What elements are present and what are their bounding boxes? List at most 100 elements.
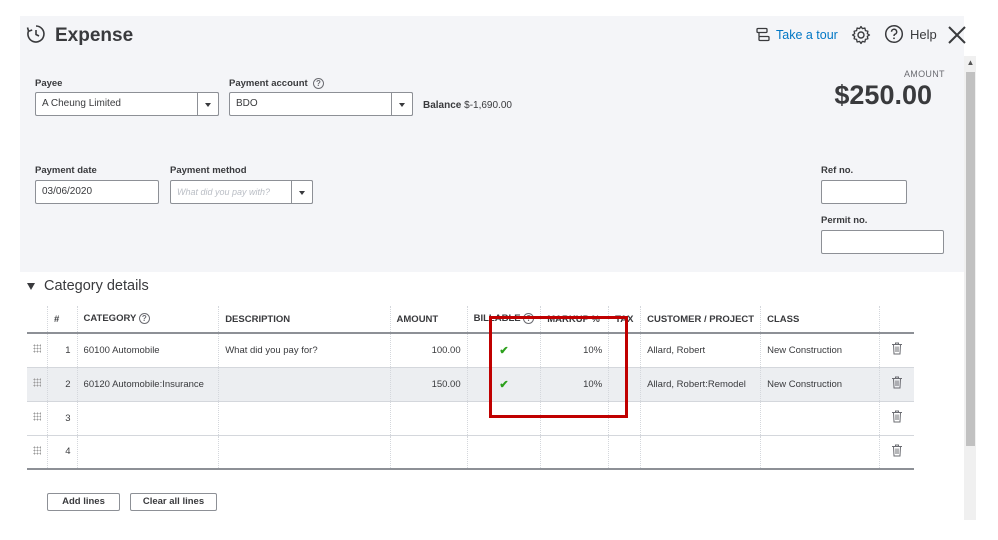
help-button[interactable]: Help (884, 24, 937, 44)
row-number: 4 (47, 435, 78, 470)
payment-account-label-text: Payment account (229, 78, 308, 90)
description-cell[interactable]: What did you pay for? (218, 333, 391, 368)
class-cell[interactable]: New Construction (760, 367, 880, 402)
help-icon (884, 24, 904, 44)
payee-value: A Cheung Limited (42, 98, 121, 109)
clear-all-lines-button[interactable]: Clear all lines (130, 493, 217, 511)
amount-cell[interactable] (389, 435, 468, 470)
header-tax: TAX (608, 306, 641, 334)
scroll-up-arrow[interactable]: ▲ (966, 58, 975, 68)
header-billable: BILLABLE ? (466, 306, 541, 334)
amount-cell[interactable]: 150.00 (389, 367, 468, 402)
drag-handle-icon[interactable] (33, 344, 41, 354)
payment-method-select[interactable]: What did you pay with? (170, 180, 313, 204)
customer-cell[interactable]: Allard, Robert:Remodel (640, 367, 761, 402)
header-panel: Expense Take a tour Help Payee A Cheung … (20, 16, 966, 272)
drag-handle-icon[interactable] (33, 378, 41, 387)
category-details-toggle[interactable]: Category details (27, 278, 149, 294)
header-drag (27, 306, 48, 334)
row-number: 2 (47, 367, 78, 402)
amount-label: AMOUNT (904, 69, 945, 79)
help-label: Help (910, 26, 937, 42)
drag-handle-icon[interactable] (33, 445, 41, 455)
class-cell[interactable] (760, 401, 880, 436)
tour-icon (756, 27, 770, 42)
payment-method-dropdown-button[interactable] (291, 180, 313, 204)
markup-cell[interactable] (540, 401, 609, 436)
payee-dropdown-button[interactable] (197, 92, 219, 116)
payee-select[interactable]: A Cheung Limited (35, 92, 219, 116)
payment-date-field[interactable]: 03/06/2020 (35, 180, 159, 204)
payment-account-help-icon[interactable]: ? (312, 78, 324, 89)
gear-icon[interactable] (851, 25, 871, 45)
markup-cell[interactable]: 10% (540, 367, 609, 402)
description-cell[interactable] (218, 435, 391, 470)
payment-account-value: BDO (236, 98, 258, 109)
category-details-title: Category details (44, 278, 149, 294)
header-markup: MARKUP % (540, 306, 609, 334)
header-number: # (47, 306, 78, 334)
row-number: 3 (47, 401, 78, 436)
payment-account-label: Payment account ? (229, 78, 324, 89)
row-number: 1 (47, 333, 78, 368)
markup-cell[interactable] (540, 435, 609, 470)
trash-icon[interactable] (891, 342, 903, 355)
payment-date-label: Payment date (35, 165, 97, 176)
permit-no-label: Permit no. (821, 215, 868, 226)
add-lines-button[interactable]: Add lines (47, 493, 120, 511)
tax-cell[interactable] (608, 333, 641, 368)
class-cell[interactable] (760, 435, 880, 470)
category-cell[interactable]: 60120 Automobile:Insurance (76, 367, 219, 402)
scroll-thumb[interactable] (966, 72, 975, 446)
header-billable-label: BILLABLE (473, 313, 521, 325)
amount-cell[interactable]: 100.00 (389, 333, 468, 368)
tax-cell[interactable] (608, 367, 641, 402)
table-header-row: # CATEGORY ? DESCRIPTION AMOUNT BILLABLE… (27, 306, 914, 334)
payment-account-dropdown-button[interactable] (391, 92, 413, 116)
close-icon[interactable] (946, 24, 968, 46)
trash-icon[interactable] (891, 410, 903, 423)
take-a-tour-link[interactable]: Take a tour (755, 27, 838, 43)
permit-no-field[interactable] (821, 230, 944, 254)
vertical-scrollbar[interactable]: ▲ (964, 56, 976, 520)
expense-history-icon (26, 25, 45, 43)
balance-label: Balance (423, 100, 462, 111)
drag-handle-icon[interactable] (33, 412, 41, 421)
customer-cell[interactable]: Allard, Robert (640, 333, 761, 368)
header-category: CATEGORY ? (76, 306, 219, 334)
trash-icon[interactable] (891, 444, 903, 457)
billable-cell[interactable] (466, 435, 541, 470)
payment-account-select[interactable]: BDO (229, 92, 413, 116)
description-cell[interactable] (218, 401, 391, 436)
table-row[interactable]: 3 (27, 401, 914, 436)
header-description: DESCRIPTION (218, 306, 391, 334)
billable-check-icon[interactable]: ✔ (499, 345, 508, 357)
category-cell[interactable] (76, 435, 219, 470)
class-cell[interactable]: New Construction (760, 333, 880, 368)
amount-cell[interactable] (389, 401, 468, 436)
category-cell[interactable]: 60100 Automobile (76, 333, 219, 368)
payment-method-placeholder: What did you pay with? (177, 187, 271, 197)
payment-date-value: 03/06/2020 (42, 186, 93, 197)
tax-cell[interactable] (608, 401, 641, 436)
category-help-icon[interactable]: ? (138, 313, 150, 325)
header-customer-project: CUSTOMER / PROJECT (640, 306, 761, 334)
table-row[interactable]: 4 (27, 435, 914, 470)
tax-cell[interactable] (608, 435, 641, 470)
ref-no-label: Ref no. (821, 165, 854, 176)
balance-display: Balance $-1,690.00 (423, 100, 512, 111)
trash-icon[interactable] (891, 376, 903, 389)
payment-method-label: Payment method (170, 165, 247, 176)
category-cell[interactable] (76, 401, 219, 436)
description-cell[interactable] (218, 367, 391, 402)
ref-no-field[interactable] (821, 180, 907, 204)
billable-check-icon[interactable]: ✔ (499, 379, 508, 391)
billable-cell[interactable] (466, 401, 541, 436)
customer-cell[interactable] (640, 401, 761, 436)
table-row[interactable]: 2 60120 Automobile:Insurance 150.00 ✔ 10… (27, 367, 914, 402)
markup-cell[interactable]: 10% (540, 333, 609, 368)
table-row[interactable]: 1 60100 Automobile What did you pay for?… (27, 333, 914, 368)
billable-help-icon[interactable]: ? (523, 313, 535, 325)
payee-label: Payee (35, 78, 63, 89)
customer-cell[interactable] (640, 435, 761, 470)
